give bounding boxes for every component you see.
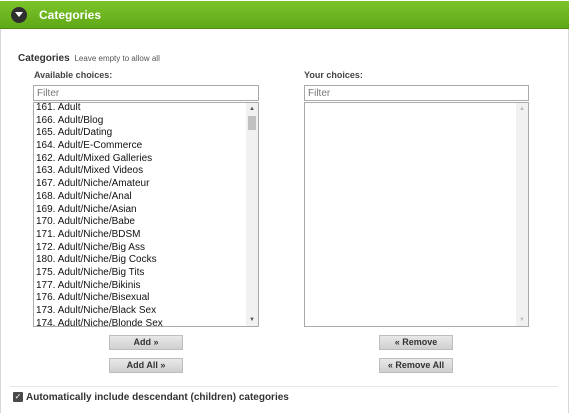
divider [10,386,558,387]
list-item[interactable]: 169. Adult/Niche/Asian [36,204,244,217]
descendants-checkbox[interactable]: ✓ [13,392,23,402]
scroll-thumb[interactable] [248,116,256,130]
chevron-down-icon[interactable] [11,7,27,23]
available-items: 161. Adult 166. Adult/Blog 165. Adult/Dati… [36,103,244,326]
scroll-up-icon[interactable]: ▲ [516,104,528,114]
list-item[interactable]: 177. Adult/Niche/Bikinis [36,280,244,293]
available-heading: Available choices: [34,70,113,80]
list-item[interactable]: 170. Adult/Niche/Babe [36,216,244,229]
list-item[interactable]: 167. Adult/Niche/Amateur [36,178,244,191]
chosen-heading: Your choices: [304,70,363,80]
field-hint: Leave empty to allow all [74,54,160,63]
available-filter-input[interactable] [33,85,259,101]
section-header[interactable]: Categories [0,1,569,29]
available-scrollbar[interactable]: ▲ ▼ [246,103,258,326]
chosen-filter-input[interactable] [304,85,529,101]
list-item[interactable]: 163. Adult/Mixed Videos [36,165,244,178]
chosen-scrollbar[interactable]: ▲ ▼ [516,103,528,326]
field-label-text: Categories [18,53,70,64]
list-item[interactable]: 168. Adult/Niche/Anal [36,191,244,204]
section-title: Categories [39,8,102,22]
list-item[interactable]: 162. Adult/Mixed Galleries [36,153,244,166]
scroll-down-icon[interactable]: ▼ [246,315,258,325]
available-list[interactable]: 161. Adult 166. Adult/Blog 165. Adult/Dati… [33,102,259,327]
remove-button[interactable]: « Remove [379,335,453,350]
list-item[interactable]: 164. Adult/E-Commerce [36,140,244,153]
scroll-up-icon[interactable]: ▲ [246,104,258,114]
list-item[interactable]: 172. Adult/Niche/Big Ass [36,242,244,255]
add-all-button[interactable]: Add All » [109,358,183,373]
list-item[interactable]: 175. Adult/Niche/Big Tits [36,267,244,280]
scroll-down-icon[interactable]: ▼ [516,315,528,325]
list-item[interactable]: 165. Adult/Dating [36,127,244,140]
list-item[interactable]: 161. Adult [36,103,244,115]
list-item[interactable]: 171. Adult/Niche/BDSM [36,229,244,242]
field-label: Categories Leave empty to allow all [18,53,160,64]
add-button[interactable]: Add » [109,335,183,350]
list-item[interactable]: 180. Adult/Niche/Big Cocks [36,254,244,267]
list-item[interactable]: 174. Adult/Niche/Blonde Sex [36,318,244,326]
list-item[interactable]: 166. Adult/Blog [36,115,244,128]
list-item[interactable]: 173. Adult/Niche/Black Sex [36,305,244,318]
list-item[interactable]: 176. Adult/Niche/Bisexual [36,292,244,305]
descendants-label[interactable]: Automatically include descendant (childr… [26,392,289,403]
remove-all-button[interactable]: « Remove All [379,358,453,373]
chosen-list[interactable]: ▲ ▼ [304,102,529,327]
